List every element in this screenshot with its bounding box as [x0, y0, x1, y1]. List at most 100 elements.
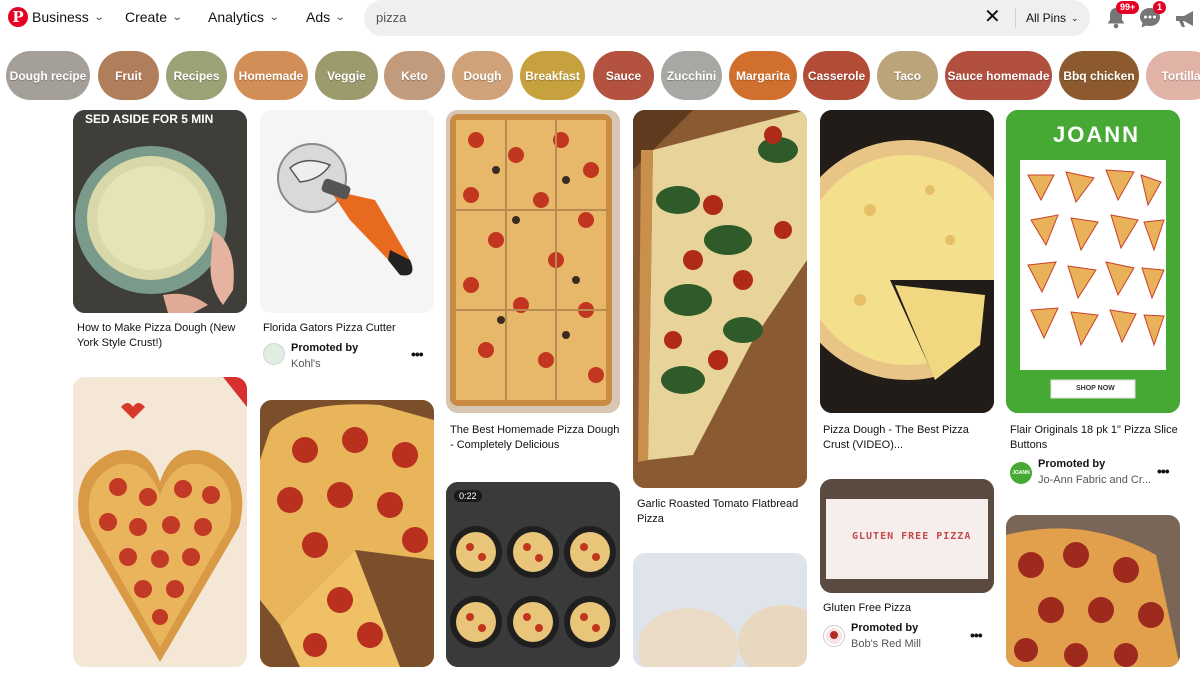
dough-balls-photo	[633, 553, 807, 667]
promoted-label: Promoted by	[1038, 458, 1106, 470]
promoter-name[interactable]: Jo-Ann Fabric and Cr...	[1038, 474, 1151, 486]
pin-image-pepperoni-slice[interactable]	[1006, 515, 1180, 667]
chip-label: Bbq chicken	[1063, 68, 1135, 83]
chip-label: Dough recipe	[9, 68, 87, 83]
promoter-avatar[interactable]	[263, 343, 285, 365]
chip-dough[interactable]: Dough	[452, 51, 513, 100]
chip-sauce[interactable]: Sauce	[593, 51, 654, 100]
chip-breakfast[interactable]: Breakfast	[520, 51, 585, 100]
chip-veggie[interactable]: Veggie	[315, 51, 378, 100]
nav-create[interactable]: Create ⌄	[125, 9, 183, 25]
chevron-down-icon: ⌄	[1071, 12, 1079, 23]
chip-label: Breakfast	[525, 68, 580, 83]
nav-analytics-label: Analytics	[208, 9, 265, 25]
dough-bowl-photo	[73, 110, 247, 313]
shop-now-button[interactable]: SHOP NOW	[1076, 385, 1115, 392]
chip-label: Tortilla	[1161, 68, 1200, 83]
chip-label: Veggie	[327, 68, 366, 83]
chip-sauce-homemade[interactable]: Sauce homemade	[945, 51, 1052, 100]
pin-title[interactable]: The Best Homemade Pizza Dough - Complete…	[450, 423, 620, 453]
brand-logo-text: JOANN	[1053, 122, 1141, 147]
chip-label: Fruit	[115, 68, 142, 83]
chip-bbq-chicken[interactable]: Bbq chicken	[1059, 51, 1139, 100]
clear-search-icon[interactable]: ✕	[984, 6, 1001, 28]
notifications-badge: 99+	[1116, 1, 1140, 14]
muffin-tin-pizza-photo	[446, 482, 620, 667]
chevron-down-icon: ⌄	[268, 11, 280, 23]
pin-title[interactable]: Pizza Dough - The Best Pizza Crust (VIDE…	[823, 423, 993, 453]
pin-image-joann-ad[interactable]: JOANN SHOP NOW	[1006, 110, 1180, 413]
chip-dough-recipe[interactable]: Dough recipe	[6, 51, 90, 100]
chip-keto[interactable]: Keto	[384, 51, 445, 100]
chip-label: Sauce	[605, 68, 642, 83]
pin-title[interactable]: Garlic Roasted Tomato Flatbread Pizza	[637, 497, 807, 527]
notifications-button[interactable]: 99+	[1104, 1, 1140, 30]
nav-analytics[interactable]: Analytics ⌄	[208, 9, 280, 25]
heart-pizza-photo	[73, 377, 247, 667]
top-bar: P Business ⌄ Create ⌄ Analytics ⌄ Ads ⌄ …	[0, 0, 1200, 38]
promoter-name[interactable]: Kohl's	[291, 358, 321, 370]
search-input[interactable]: pizza	[376, 10, 406, 25]
chevron-down-icon: ⌄	[171, 11, 183, 23]
chip-taco[interactable]: Taco	[877, 51, 938, 100]
pin-image-homemade-pizza[interactable]	[446, 110, 620, 413]
pin-title[interactable]: How to Make Pizza Dough (New York Style …	[77, 321, 247, 351]
chip-label: Keto	[401, 68, 428, 83]
search-divider	[1015, 8, 1016, 28]
pinterest-logo-icon[interactable]: P	[8, 7, 28, 27]
megaphone-icon	[1176, 11, 1193, 27]
pepperoni-pizza-photo	[260, 400, 434, 667]
more-options-icon[interactable]: •••	[1157, 463, 1170, 479]
announcements-button[interactable]	[1174, 6, 1198, 30]
chip-label: Sauce homemade	[947, 68, 1050, 83]
nav-business[interactable]: Business ⌄	[32, 9, 105, 25]
more-options-icon[interactable]: •••	[970, 627, 983, 643]
nav-business-label: Business	[32, 9, 89, 25]
pin-image-cheese-pizza[interactable]	[820, 110, 994, 413]
chip-label: Zucchini	[666, 68, 717, 83]
chip-casserole[interactable]: Casserole	[803, 51, 870, 100]
homemade-pizza-photo	[446, 110, 620, 413]
chevron-down-icon: ⌄	[334, 11, 346, 23]
chip-tortilla[interactable]: Tortilla	[1146, 51, 1200, 100]
chip-label: Homemade	[238, 68, 304, 83]
nav-ads-label: Ads	[306, 9, 331, 25]
pin-image-dough-balls[interactable]	[633, 553, 807, 667]
promoter-name[interactable]: Bob's Red Mill	[851, 638, 921, 650]
chip-label: Margarita	[735, 68, 791, 83]
pin-image-gluten-free[interactable]: GLUTEN FREE PIZZA	[820, 479, 994, 593]
nav-ads[interactable]: Ads ⌄	[306, 9, 346, 25]
search-bar[interactable]: pizza ✕ All Pins ⌄	[364, 0, 1090, 36]
pin-title[interactable]: Gluten Free Pizza	[823, 601, 993, 616]
chip-label: Dough	[463, 68, 502, 83]
pins-filter-dropdown[interactable]: All Pins ⌄	[1026, 11, 1079, 25]
pin-title[interactable]: Florida Gators Pizza Cutter	[263, 321, 433, 336]
promoter-avatar[interactable]: JOANN	[1010, 462, 1032, 484]
bobs-red-mill-logo-icon	[826, 628, 842, 644]
pizza-slice-buttons-photo	[1006, 110, 1180, 413]
promoter-avatar[interactable]	[823, 625, 845, 647]
video-duration-badge: 0:22	[454, 490, 482, 502]
pin-image-pizza-cutter[interactable]	[260, 110, 434, 313]
chip-margarita[interactable]: Margarita	[729, 51, 797, 100]
chip-zucchini[interactable]: Zucchini	[661, 51, 722, 100]
chevron-down-icon: ⌄	[93, 11, 105, 23]
chip-label: Taco	[893, 68, 922, 83]
pin-image-flatbread-pizza[interactable]	[633, 110, 807, 488]
chip-label: Recipes	[173, 68, 220, 83]
pin-image-dough-bowl[interactable]: SED ASIDE FOR 5 MIN	[73, 110, 247, 313]
chip-fruit[interactable]: Fruit	[98, 51, 159, 100]
pizza-cutter-photo	[260, 110, 434, 313]
pin-image-muffin-pizza[interactable]: 0:22	[446, 482, 620, 667]
pin-title[interactable]: Flair Originals 18 pk 1" Pizza Slice But…	[1010, 423, 1180, 453]
pin-image-heart-pizza[interactable]	[73, 377, 247, 667]
messages-button[interactable]: 1	[1139, 1, 1167, 30]
chip-label: Casserole	[807, 68, 866, 83]
promoted-label: Promoted by	[291, 342, 359, 354]
more-options-icon[interactable]: •••	[411, 346, 424, 362]
pin-image-pepperoni-pizza[interactable]	[260, 400, 434, 667]
chip-homemade[interactable]: Homemade	[234, 51, 308, 100]
chip-recipes[interactable]: Recipes	[166, 51, 227, 100]
promoted-label: Promoted by	[851, 622, 919, 634]
search-suggestion-chips: Dough recipe Fruit Recipes Homemade Vegg…	[6, 51, 1200, 100]
